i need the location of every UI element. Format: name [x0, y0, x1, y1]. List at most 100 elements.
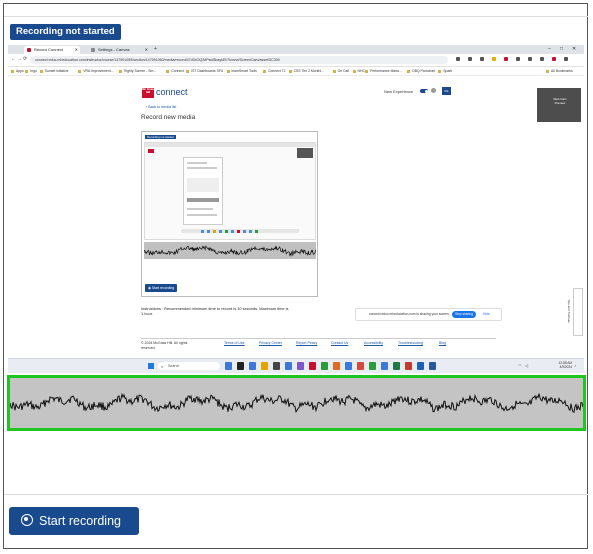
taskbar-app-icon[interactable] — [297, 362, 304, 370]
tab-settings-canvas[interactable]: Settings - Canvas ✕ — [88, 46, 150, 54]
bookmark-item[interactable]: Apps — [11, 67, 24, 75]
help-icon[interactable] — [431, 88, 436, 93]
bookmarks-bar: Apps Ingo Sunset initiative VRA Improvement… — [8, 67, 584, 76]
bookmark-item[interactable]: Sunset initiative — [40, 67, 69, 75]
footer-link[interactable]: Troubleshooting — [398, 341, 423, 345]
windows-taskbar: ⌕ Search ◠ ◁ 12:58 AM 4/9/2024 ♪ — [8, 358, 584, 373]
tips-tutorials-tab[interactable]: Tips and Tutorials — [567, 288, 583, 336]
bookmark-item[interactable]: CSS Tier 2 Monthl... — [289, 67, 324, 75]
record-icon — [21, 514, 33, 526]
taskbar-app-icon[interactable] — [417, 362, 424, 370]
bookmark-item[interactable]: On Call — [333, 67, 349, 75]
nested-waveform — [144, 242, 316, 259]
taskbar-app-icon[interactable] — [273, 362, 280, 370]
page-title: Record new media — [141, 114, 196, 121]
footer-link[interactable]: Blog — [439, 341, 446, 345]
windows-start-icon[interactable] — [148, 363, 154, 369]
top-divider — [4, 16, 588, 17]
screen-capture-preview: Record Connect ✕ Settings - Canvas ✕ + –… — [8, 45, 584, 373]
notification-bell-icon[interactable]: ♪ — [574, 363, 576, 368]
close-tab-icon[interactable]: ✕ — [145, 46, 148, 54]
footer-link[interactable]: Terms of Use — [224, 341, 245, 345]
browser-extension-icon[interactable] — [480, 57, 484, 61]
bookmark-item[interactable]: learnSmart Tools — [227, 67, 257, 75]
nested-logo — [148, 149, 154, 153]
start-recording-button[interactable]: Start recording — [9, 507, 139, 535]
taskbar-app-icon[interactable] — [237, 362, 244, 370]
connect-favicon-icon — [27, 48, 31, 52]
bookmark-item[interactable]: Spark — [438, 67, 452, 75]
nested-waveform-graphic — [144, 245, 316, 257]
footer-link[interactable]: Report Piracy — [296, 341, 317, 345]
bookmark-item[interactable]: Connect T2 — [263, 67, 285, 75]
browser-extension-icon[interactable] — [504, 57, 508, 61]
footer-link[interactable]: Privacy Center — [259, 341, 282, 345]
bookmark-item[interactable]: Ingo — [25, 67, 37, 75]
taskbar-app-icon[interactable] — [333, 362, 340, 370]
system-clock[interactable]: 12:58 AM 4/9/2024 — [536, 361, 572, 369]
nested-content — [183, 157, 223, 225]
footer-link[interactable]: Contact Us — [331, 341, 348, 345]
recording-status-badge: Recording not started — [10, 24, 121, 40]
maximize-icon[interactable]: □ — [560, 45, 563, 54]
taskbar-app-icon[interactable] — [285, 362, 292, 370]
browser-extension-icon[interactable] — [552, 57, 556, 61]
browser-extension-icon[interactable] — [540, 57, 544, 61]
new-experience-toggle[interactable] — [420, 89, 428, 93]
bookmark-item[interactable]: IST Dashboards SFU — [186, 67, 223, 75]
url-field[interactable]: connect.educ.mheducation.com/instructor/… — [30, 56, 448, 64]
bookmark-item[interactable]: DBQ Flowchart — [407, 67, 435, 75]
taskbar-app-icon[interactable] — [321, 362, 328, 370]
taskbar-app-icon[interactable] — [261, 362, 268, 370]
taskbar-app-icon[interactable] — [309, 362, 316, 370]
browser-extension-icon[interactable] — [468, 57, 472, 61]
audio-waveform — [7, 375, 586, 431]
all-bookmarks-link[interactable]: All Bookmarks — [546, 67, 573, 75]
reload-icon[interactable]: ⟳ — [23, 56, 27, 62]
nested-recording-preview: Recording not started ◉ Start recording — [141, 131, 318, 297]
footer-link[interactable]: Accessibility — [364, 341, 383, 345]
taskbar-app-icon[interactable] — [429, 362, 436, 370]
bookmark-item[interactable]: NHC — [353, 67, 365, 75]
browser-extension-icon[interactable] — [516, 57, 520, 61]
bookmark-item[interactable]: Connect — [166, 67, 184, 75]
bookmark-item[interactable]: Tegrity Screen - Sm... — [119, 67, 157, 75]
close-tab-icon[interactable]: ✕ — [75, 46, 78, 54]
screen-share-notification: connect.educ.mheducation.com is sharing … — [355, 308, 502, 321]
taskbar-app-icon[interactable] — [405, 362, 412, 370]
taskbar-app-icon[interactable] — [345, 362, 352, 370]
taskbar-app-icon[interactable] — [393, 362, 400, 370]
browser-extension-icon[interactable] — [456, 57, 460, 61]
user-avatar[interactable]: KE — [442, 87, 451, 95]
hide-share-link[interactable]: Hide — [483, 309, 490, 320]
start-recording-label: Start recording — [39, 514, 121, 528]
taskbar-app-icon[interactable] — [369, 362, 376, 370]
recording-instructions: Instructions : Recommended minimum time … — [141, 306, 289, 316]
connect-page: Mc Graw Hill connect New Experience KE W… — [8, 76, 584, 358]
close-window-icon[interactable]: ✕ — [572, 45, 576, 54]
tab-label: Settings - Canvas — [98, 47, 130, 52]
nested-start-recording-button: ◉ Start recording — [145, 284, 178, 292]
taskbar-app-icon[interactable] — [225, 362, 232, 370]
bookmark-item[interactable]: VRA Improvement... — [78, 67, 113, 75]
forward-arrow-icon[interactable]: → — [17, 56, 22, 62]
taskbar-app-icon[interactable] — [357, 362, 364, 370]
browser-extension-icon[interactable] — [528, 57, 532, 61]
taskbar-app-icon[interactable] — [381, 362, 388, 370]
back-arrow-icon[interactable]: ← — [11, 56, 16, 62]
back-to-media-list-link[interactable]: ‹ Back to media list — [146, 105, 176, 109]
taskbar-search-input[interactable]: ⌕ Search — [158, 362, 220, 370]
bookmark-item[interactable]: Performance Mana... — [365, 67, 402, 75]
browser-extension-icon[interactable] — [492, 57, 496, 61]
minimize-icon[interactable]: – — [548, 45, 551, 54]
taskbar-app-icon[interactable] — [249, 362, 256, 370]
new-tab-button[interactable]: + — [154, 45, 157, 54]
wifi-icon[interactable]: ◠ — [518, 363, 522, 368]
nested-browser-bar — [145, 143, 315, 147]
browser-extension-icon[interactable] — [564, 57, 568, 61]
stop-sharing-button[interactable]: Stop sharing — [452, 311, 476, 318]
browser-tab-bar: Record Connect ✕ Settings - Canvas ✕ + –… — [8, 45, 584, 54]
tab-record-connect[interactable]: Record Connect ✕ — [24, 46, 80, 54]
nested-status-badge: Recording not started — [145, 135, 176, 139]
volume-icon[interactable]: ◁ — [525, 363, 528, 368]
